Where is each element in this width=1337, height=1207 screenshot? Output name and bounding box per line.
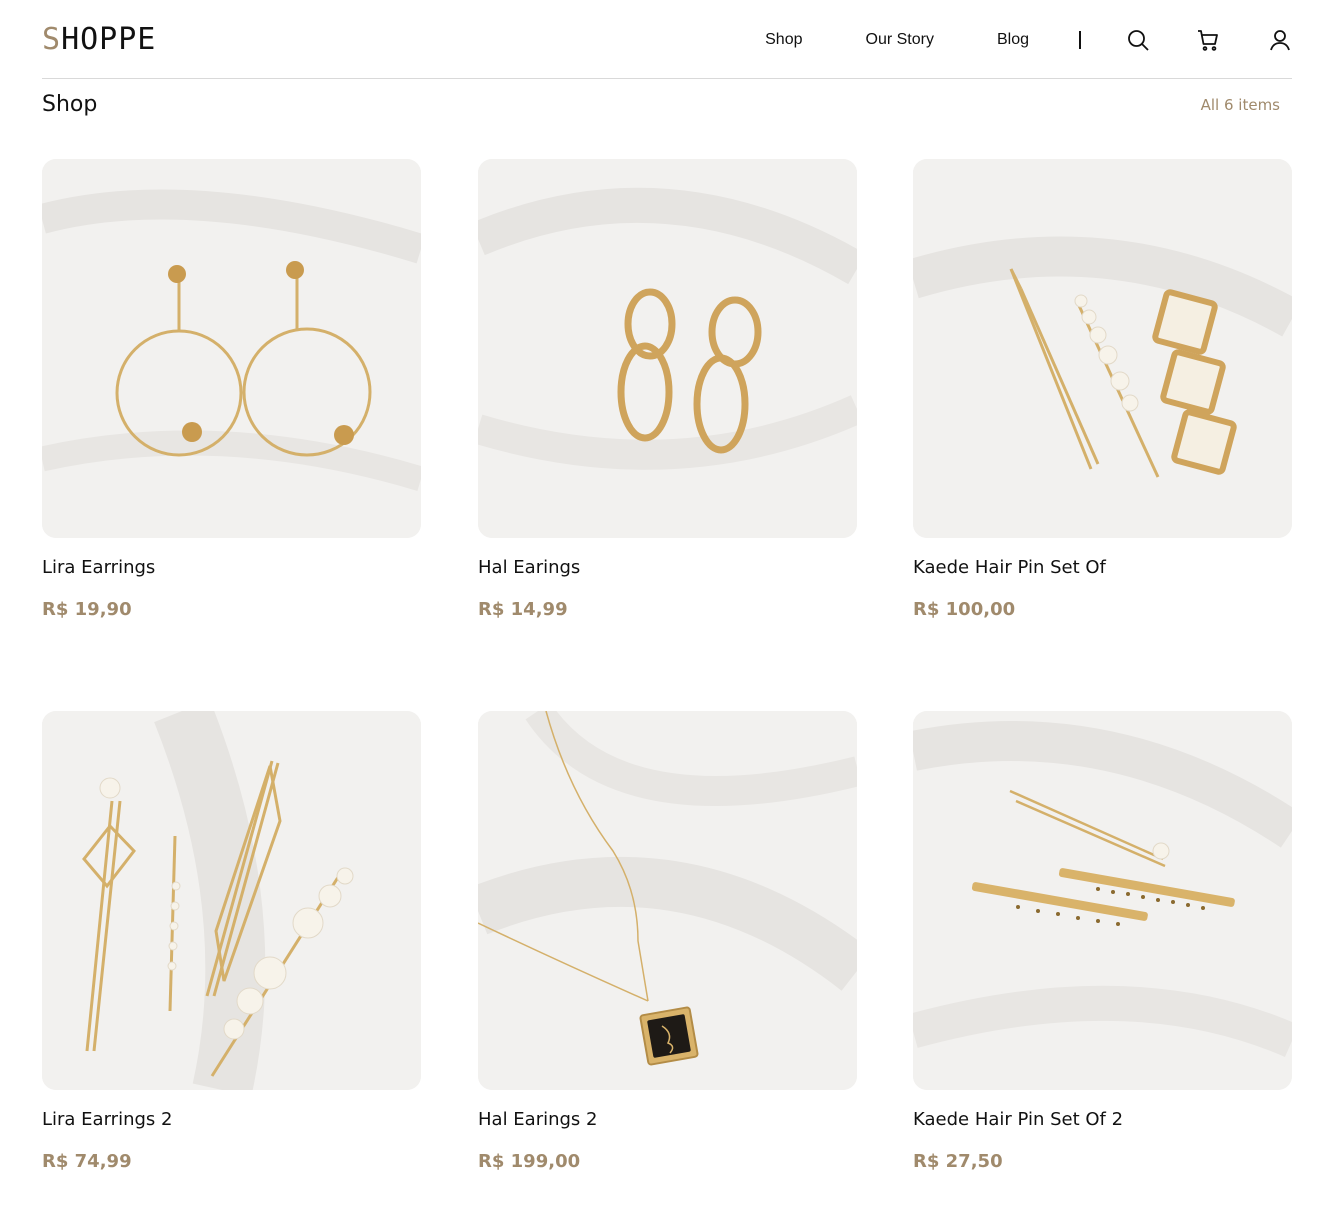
product-name[interactable]: Hal Earings bbox=[478, 556, 857, 580]
product-image-pendant-necklace[interactable] bbox=[478, 711, 857, 1090]
nav-divider bbox=[1079, 31, 1081, 49]
main-nav: Shop Our Story Blog bbox=[765, 22, 1292, 58]
product-image-chain-hair-pins[interactable] bbox=[913, 711, 1292, 1090]
product-card[interactable]: Kaede Hair Pin Set Of 2 R$ 27,50 bbox=[913, 711, 1292, 1174]
page-title: Shop bbox=[42, 92, 98, 117]
product-image-link-earrings[interactable] bbox=[478, 159, 857, 538]
nav-blog[interactable]: Blog bbox=[997, 31, 1029, 49]
product-image-hair-pins[interactable] bbox=[913, 159, 1292, 538]
product-price: R$ 14,99 bbox=[478, 599, 568, 620]
cart-icon[interactable] bbox=[1196, 28, 1220, 52]
user-icon[interactable] bbox=[1268, 28, 1292, 52]
product-card[interactable]: Lira Earrings R$ 19,90 bbox=[42, 159, 421, 622]
product-name[interactable]: Lira Earrings bbox=[42, 556, 421, 580]
product-name[interactable]: Hal Earings 2 bbox=[478, 1108, 857, 1132]
nav-shop[interactable]: Shop bbox=[765, 31, 802, 49]
product-card[interactable]: Lira Earrings 2 R$ 74,99 bbox=[42, 711, 421, 1174]
product-image-pearl-hair-clips[interactable] bbox=[42, 711, 421, 1090]
product-card[interactable]: Kaede Hair Pin Set Of R$ 100,00 bbox=[913, 159, 1292, 622]
product-price: R$ 19,90 bbox=[42, 599, 132, 620]
product-image-hoop-earrings[interactable] bbox=[42, 159, 421, 538]
product-price: R$ 27,50 bbox=[913, 1151, 1003, 1172]
nav-our-story[interactable]: Our Story bbox=[866, 31, 934, 49]
product-name[interactable]: Lira Earrings 2 bbox=[42, 1108, 421, 1132]
site-header: SHOPPE Shop Our Story Blog bbox=[42, 0, 1292, 79]
product-card[interactable]: Hal Earings R$ 14,99 bbox=[478, 159, 857, 622]
product-price: R$ 74,99 bbox=[42, 1151, 132, 1172]
product-price: R$ 100,00 bbox=[913, 599, 1016, 620]
product-name[interactable]: Kaede Hair Pin Set Of 2 bbox=[913, 1108, 1292, 1132]
product-name[interactable]: Kaede Hair Pin Set Of bbox=[913, 556, 1292, 580]
item-count: All 6 items bbox=[1200, 96, 1280, 114]
search-icon[interactable] bbox=[1126, 28, 1150, 52]
logo[interactable]: SHOPPE bbox=[42, 22, 156, 58]
product-card[interactable]: Hal Earings 2 R$ 199,00 bbox=[478, 711, 857, 1174]
product-price: R$ 199,00 bbox=[478, 1151, 581, 1172]
